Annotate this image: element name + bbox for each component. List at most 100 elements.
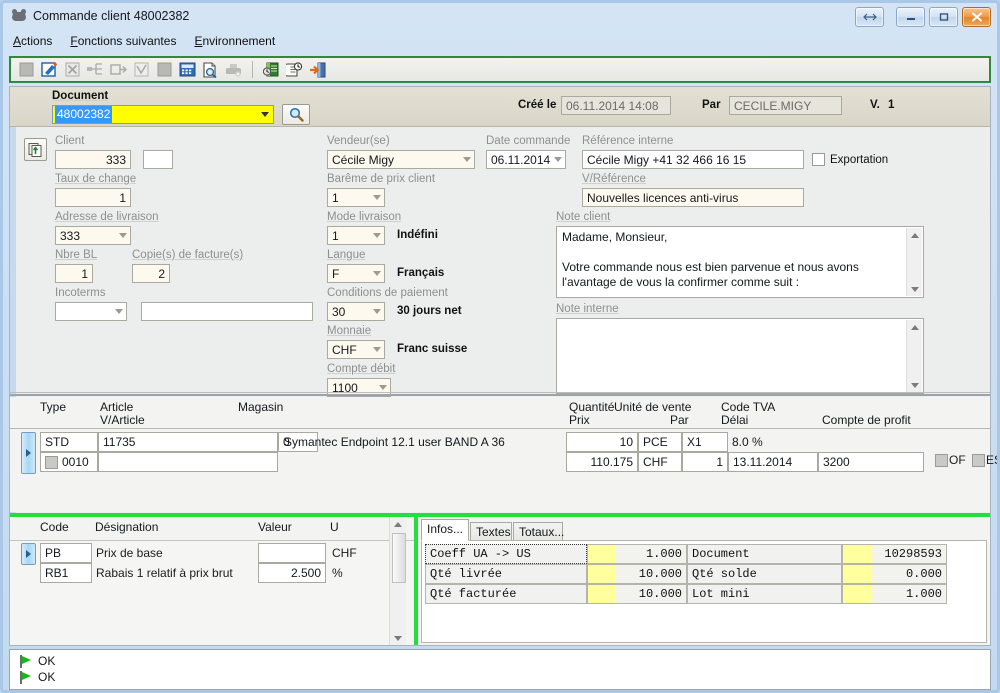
client-note-scrollbar[interactable]	[906, 228, 922, 296]
notes-clock-icon[interactable]	[285, 60, 304, 79]
cell-delay[interactable]: 13.11.2014	[728, 452, 818, 472]
menu-item-actions[interactable]: AActionsctions	[13, 34, 52, 48]
chevron-down-icon	[379, 385, 387, 390]
exit-door-icon[interactable]	[308, 60, 327, 79]
payment-terms-value: 30	[332, 304, 346, 319]
cell-par2[interactable]: 1	[682, 452, 728, 472]
chevron-down-icon	[373, 271, 381, 276]
col-unite-de-vente: Unité de vente	[614, 400, 692, 414]
invoice-copies-field[interactable]: 2	[132, 264, 170, 283]
cell-type[interactable]: STD	[40, 432, 98, 452]
cell-profit-account[interactable]: 3200	[818, 452, 924, 472]
order-date-combo[interactable]: 06.11.2014	[486, 150, 566, 169]
of-checkbox[interactable]	[935, 454, 948, 467]
price-cell-code[interactable]: PB	[40, 543, 92, 563]
green-flag-icon	[20, 654, 32, 668]
chevron-down-icon	[115, 309, 123, 314]
currency-combo[interactable]: CHF	[327, 340, 385, 359]
cell-line-number[interactable]: 0010	[40, 452, 98, 472]
delivery-address-combo[interactable]: 333	[55, 226, 131, 245]
client-note-textarea[interactable]: Madame, Monsieur, Votre commande nous es…	[556, 226, 924, 298]
col-type: Type	[40, 400, 67, 414]
col-par: Par	[670, 413, 689, 427]
incoterms-combo[interactable]	[55, 302, 127, 321]
info-value-coeff[interactable]: 1.000	[587, 544, 687, 564]
info-value-qte-solde[interactable]: 0.000	[842, 564, 947, 584]
tab-totaux[interactable]: Totaux...	[513, 522, 564, 542]
client-suffix-field[interactable]	[143, 150, 173, 169]
by-label: Par	[702, 99, 721, 111]
search-button[interactable]	[282, 104, 310, 125]
delivery-mode-combo[interactable]: 1	[327, 226, 385, 245]
scroll-down-icon[interactable]	[390, 631, 406, 645]
minimize-button[interactable]	[896, 7, 925, 27]
cell-v-article[interactable]	[98, 452, 278, 472]
scroll-down-icon[interactable]	[907, 282, 922, 296]
menu-item-environnement[interactable]: Environnement	[194, 34, 275, 48]
language-combo[interactable]: F	[327, 264, 385, 283]
price-grid-header: Code Désignation Valeur U	[10, 517, 414, 541]
your-ref-field[interactable]: Nouvelles licences anti-virus	[582, 188, 804, 207]
cell-unit[interactable]: PCE	[638, 432, 682, 452]
app-icon	[11, 8, 27, 24]
print-icon	[224, 60, 243, 79]
cell-quantity[interactable]: 10	[566, 432, 638, 452]
preview-document-icon[interactable]	[201, 60, 220, 79]
price-scale-combo[interactable]: 1	[327, 188, 385, 207]
restore-size-button[interactable]	[855, 7, 884, 27]
price-cell-code[interactable]: RB1	[40, 563, 92, 583]
scroll-up-icon[interactable]	[907, 228, 922, 242]
export-checkbox[interactable]	[812, 153, 825, 166]
internal-note-label: Note interne	[556, 303, 619, 315]
copy-document-button[interactable]	[24, 138, 47, 161]
incoterms-text-field[interactable]	[141, 302, 313, 321]
form-divider	[10, 392, 990, 393]
scroll-thumb[interactable]	[392, 533, 406, 583]
tab-infos[interactable]: Infos...	[421, 519, 469, 541]
internal-ref-label: Référence interne	[582, 135, 674, 147]
scroll-up-icon[interactable]	[390, 517, 406, 531]
tab-textes[interactable]: Textes	[470, 522, 512, 542]
menu-bar: AActionsctions Fonctions suivantes Envir…	[3, 31, 997, 50]
of-label: OF	[949, 453, 966, 467]
scroll-down-icon[interactable]	[907, 378, 922, 392]
price-row-handle[interactable]	[21, 543, 36, 565]
info-value-qte-livree[interactable]: 10.000	[587, 564, 687, 584]
cell-currency[interactable]: CHF	[638, 452, 682, 472]
chevron-down-icon[interactable]	[261, 112, 269, 117]
edit-icon[interactable]	[40, 60, 59, 79]
info-value-document[interactable]: 10298593	[842, 544, 947, 564]
info-value-lot-mini[interactable]: 1.000	[842, 584, 947, 604]
info-value-qte-facturee[interactable]: 10.000	[587, 584, 687, 604]
price-cell-value[interactable]: 2.500	[258, 563, 326, 583]
line-row-handle[interactable]	[21, 432, 36, 474]
calculator-icon[interactable]	[178, 60, 197, 79]
maximize-button[interactable]	[929, 7, 958, 27]
window-title: Commande client 48002382	[33, 9, 190, 23]
history-book-icon[interactable]	[262, 60, 281, 79]
document-input[interactable]: 48002382	[52, 105, 274, 124]
bl-count-field[interactable]: 1	[55, 264, 93, 283]
version-label: V.	[870, 99, 880, 111]
window-buttons	[855, 7, 991, 27]
cell-par[interactable]: X1	[682, 432, 728, 452]
internal-note-scrollbar[interactable]	[906, 320, 922, 392]
cell-price[interactable]: 110.175	[566, 452, 638, 472]
internal-note-textarea[interactable]	[556, 318, 924, 394]
document-header-strip: Document 48002382 Créé le 06.11.2014 14:…	[10, 87, 990, 127]
by-value: CECILE.MIGY	[729, 96, 842, 115]
price-grid-scrollbar[interactable]	[389, 517, 406, 645]
exchange-rate-field[interactable]: 1	[55, 188, 131, 207]
seller-combo[interactable]: Cécile Migy	[327, 150, 475, 169]
price-cell-value[interactable]	[258, 543, 326, 563]
internal-ref-field[interactable]: Cécile Migy +41 32 466 16 15	[582, 150, 804, 169]
col-code: Code	[40, 520, 69, 534]
menu-item-fonctions-suivantes[interactable]: Fonctions suivantes	[70, 34, 176, 48]
scroll-up-icon[interactable]	[907, 320, 922, 334]
es-checkbox[interactable]	[972, 454, 985, 467]
cell-article[interactable]: 11735	[98, 432, 278, 452]
es-label: ES	[986, 453, 997, 467]
payment-terms-combo[interactable]: 30	[327, 302, 385, 321]
close-button[interactable]	[962, 7, 991, 27]
client-field[interactable]: 333	[55, 150, 131, 169]
